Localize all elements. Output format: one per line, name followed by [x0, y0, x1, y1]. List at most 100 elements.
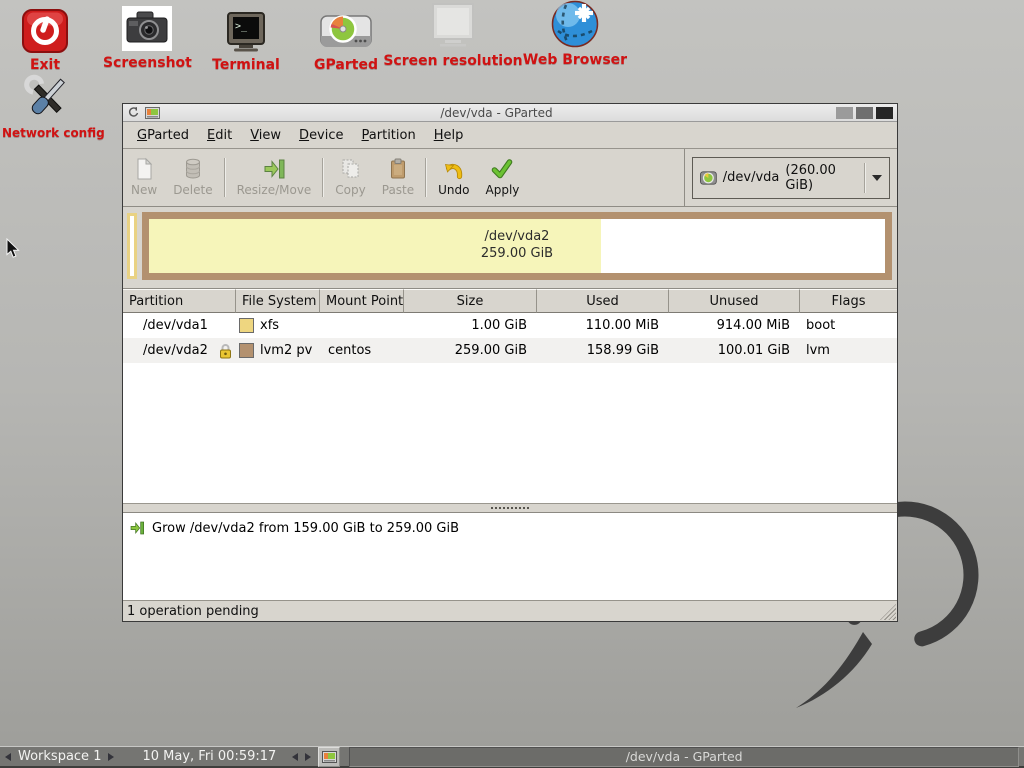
camera-icon: [103, 3, 191, 51]
desktop-icon-network-config[interactable]: Network config: [2, 74, 92, 140]
svg-text:>_: >_: [235, 21, 248, 32]
disk-pie-icon: [306, 5, 386, 53]
partition-name: /dev/vda1: [123, 313, 236, 338]
workspace-next-icon[interactable]: [108, 753, 114, 761]
menu-help[interactable]: Help: [425, 124, 473, 147]
column-header-size[interactable]: Size: [404, 289, 537, 313]
size-value: 259.00 GiB: [404, 338, 537, 363]
table-header: Partition File System Mount Point Size U…: [123, 289, 897, 313]
device-selector-region: /dev/vda (260.00 GiB): [684, 149, 897, 206]
resize-grip[interactable]: [880, 604, 896, 620]
menu-gparted[interactable]: GParted: [128, 124, 198, 147]
menubar: GParted Edit View Device Partition Help: [123, 122, 897, 149]
column-header-unused[interactable]: Unused: [669, 289, 800, 313]
desktop-icon-label: GParted: [306, 57, 386, 73]
terminal-icon: >_: [206, 5, 286, 53]
close-button[interactable]: [876, 107, 893, 119]
mount-point: [320, 313, 404, 338]
statusbar: 1 operation pending: [123, 600, 897, 621]
desktop-icon-terminal[interactable]: >_ Terminal: [206, 5, 286, 73]
desktop-icon-label: Terminal: [206, 57, 286, 73]
filesystem-color-swatch: [239, 318, 254, 333]
toolbar: New Delete Resize/Move Copy: [123, 149, 897, 207]
flags-value: lvm: [800, 338, 897, 363]
workspace-label: Workspace 1: [18, 749, 101, 764]
maximize-button[interactable]: [856, 107, 873, 119]
partition-bar-name: /dev/vda2: [485, 229, 550, 246]
table-row-vda1[interactable]: /dev/vda1 xfs 1.00 GiB 110.00 MiB 914.00…: [123, 313, 897, 338]
resize-move-icon: [262, 157, 286, 181]
delete-partition-icon: [181, 157, 205, 181]
column-header-used[interactable]: Used: [537, 289, 669, 313]
new-partition-icon: [132, 157, 156, 181]
partition-visual-vda2[interactable]: /dev/vda2 259.00 GiB: [142, 212, 892, 280]
globe-icon: [515, 0, 635, 48]
used-value: 158.99 GiB: [537, 338, 669, 363]
pager-next-icon[interactable]: [305, 753, 311, 761]
menu-edit[interactable]: Edit: [198, 124, 241, 147]
desktop-icon-label: Exit: [13, 57, 77, 73]
lock-icon: [219, 343, 232, 359]
desktop-icon-web-browser[interactable]: Web Browser: [515, 0, 635, 68]
apply-button[interactable]: Apply: [478, 149, 528, 206]
chevron-down-icon: [872, 175, 882, 181]
menu-partition[interactable]: Partition: [353, 124, 425, 147]
window-title: /dev/vda - GParted: [160, 106, 833, 120]
unused-value: 100.01 GiB: [669, 338, 800, 363]
used-value: 110.00 MiB: [537, 313, 669, 338]
filesystem-color-swatch: [239, 343, 254, 358]
workspace-prev-icon[interactable]: [5, 753, 11, 761]
new-button[interactable]: New: [123, 149, 165, 206]
mount-point: centos: [320, 338, 404, 363]
disk-icon: [700, 170, 717, 186]
pager-prev-icon[interactable]: [292, 753, 298, 761]
column-header-filesystem[interactable]: File System: [236, 289, 320, 313]
desktop-icon-exit[interactable]: Exit: [13, 5, 77, 73]
taskbar-window-button[interactable]: /dev/vda - GParted: [349, 747, 1019, 767]
desktop-icon-screenshot[interactable]: Screenshot: [103, 3, 191, 71]
minimize-button[interactable]: [836, 107, 853, 119]
menu-device[interactable]: Device: [290, 124, 352, 147]
resize-move-button[interactable]: Resize/Move: [229, 149, 320, 206]
paste-button[interactable]: Paste: [374, 149, 422, 206]
monitor-icon: [383, 1, 523, 49]
pane-splitter[interactable]: [123, 503, 897, 512]
desktop-icon-gparted[interactable]: GParted: [306, 5, 386, 73]
status-text: 1 operation pending: [127, 604, 259, 619]
column-header-partition[interactable]: Partition: [123, 289, 236, 313]
operations-panel: Grow /dev/vda2 from 159.00 GiB to 259.00…: [123, 512, 897, 600]
table-row-vda2[interactable]: /dev/vda2 lvm2 pv centos 259.00 GiB 158.…: [123, 338, 897, 363]
desktop-icon-label: Screen resolution: [383, 53, 523, 69]
unused-value: 914.00 MiB: [669, 313, 800, 338]
power-icon: [13, 5, 77, 53]
desktop-icon-label: Web Browser: [515, 52, 635, 68]
column-header-flags[interactable]: Flags: [800, 289, 897, 313]
undo-button[interactable]: Undo: [430, 149, 477, 206]
operation-text: Grow /dev/vda2 from 159.00 GiB to 259.00…: [152, 521, 459, 536]
partition-bar-size: 259.00 GiB: [481, 246, 553, 263]
toolbar-separator: [322, 158, 324, 197]
tools-icon: [2, 74, 92, 122]
toolbar-separator: [425, 158, 427, 197]
clock: 10 May, Fri 00:59:17: [142, 749, 276, 764]
partition-name: /dev/vda2: [143, 343, 208, 358]
menu-view[interactable]: View: [241, 124, 290, 147]
copy-button[interactable]: Copy: [327, 149, 373, 206]
desktop-icon-screen-resolution[interactable]: Screen resolution: [383, 1, 523, 69]
delete-button[interactable]: Delete: [165, 149, 220, 206]
gparted-tray-icon[interactable]: [318, 747, 340, 767]
device-path: /dev/vda: [723, 170, 780, 185]
titlebar[interactable]: /dev/vda - GParted: [123, 104, 897, 122]
desktop-icon-label: Screenshot: [103, 55, 191, 71]
window-app-icon: [145, 107, 160, 119]
filesystem-label: xfs: [260, 318, 279, 333]
partition-visual-panel: /dev/vda2 259.00 GiB: [123, 207, 897, 289]
splitter-handle-icon: [491, 507, 529, 509]
partition-table: Partition File System Mount Point Size U…: [123, 289, 897, 503]
size-value: 1.00 GiB: [404, 313, 537, 338]
partition-visual-vda1[interactable]: [127, 213, 137, 279]
device-selector[interactable]: /dev/vda (260.00 GiB): [692, 157, 890, 199]
mouse-cursor: [6, 238, 22, 260]
combo-separator: [864, 163, 866, 193]
column-header-mountpoint[interactable]: Mount Point: [320, 289, 404, 313]
